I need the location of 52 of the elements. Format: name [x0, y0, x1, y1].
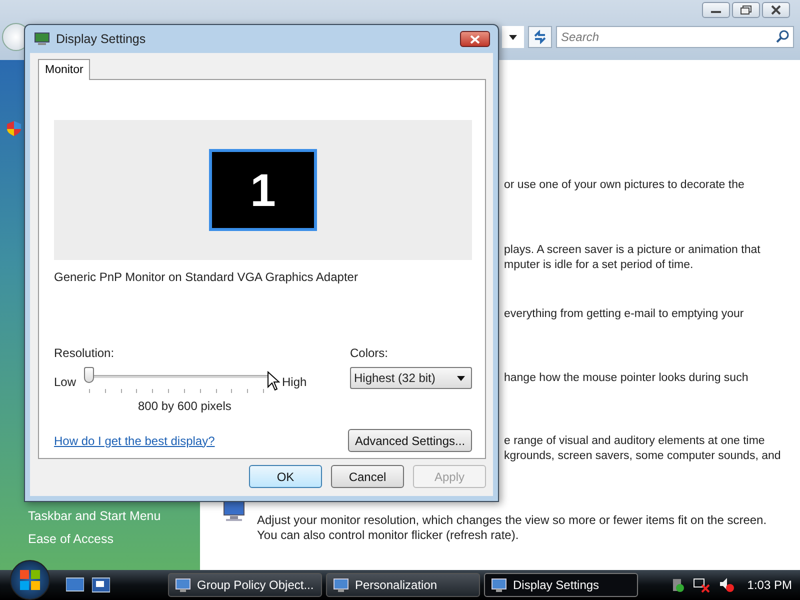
colors-dropdown[interactable]: Highest (32 bit) — [350, 367, 472, 389]
address-dropdown-button[interactable] — [502, 26, 524, 48]
dialog-button[interactable]: OK — [249, 465, 322, 488]
restore-button[interactable] — [732, 2, 760, 18]
clock-text: 1:03 PM — [747, 578, 792, 592]
help-link[interactable]: How do I get the best display? — [54, 434, 215, 448]
caret-icon — [457, 376, 465, 380]
network-icon — [693, 577, 712, 593]
start-button[interactable] — [10, 560, 50, 600]
mouse-pointer-icon — [267, 371, 280, 391]
high-label: High — [282, 375, 307, 389]
monitor-icon — [222, 500, 246, 522]
monitor-tile[interactable]: 1 — [209, 149, 317, 231]
volume-muted-icon — [719, 577, 736, 593]
caret-icon — [509, 34, 517, 40]
close-icon — [770, 5, 782, 15]
switch-windows-icon[interactable] — [92, 577, 110, 593]
description-text: or use one of your own pictures to decorate the — [504, 178, 746, 193]
show-desktop-icon[interactable] — [66, 577, 84, 593]
close-icon — [470, 34, 480, 44]
dialog-button[interactable]: Cancel — [331, 465, 404, 488]
window-title: Display Settings — [56, 32, 147, 46]
search-icon — [776, 30, 789, 43]
window-icon — [491, 577, 507, 593]
window-icon — [333, 577, 349, 593]
windows-logo-icon — [19, 569, 41, 591]
taskbar-button[interactable]: Personalization — [326, 573, 480, 597]
search-field[interactable]: Search — [556, 26, 794, 48]
description-text: e range of visual and auditory elements at one time kgrounds, screen savers, some computer sounds, and — [504, 434, 782, 464]
tab[interactable]: Monitor — [38, 59, 90, 80]
description-text: plays. A screen saver is a picture or animation that mputer is idle for a set period of time. — [504, 243, 762, 273]
resolution-value-text: 800 by 600 pixels — [138, 399, 232, 413]
description-text: hange how the mouse pointer looks during such — [504, 371, 750, 386]
advanced-settings-button[interactable]: Advanced Settings... — [348, 429, 472, 452]
refresh-button[interactable] — [528, 26, 552, 48]
colors-label: Colors: — [350, 346, 390, 360]
close-button[interactable] — [460, 31, 490, 47]
taskbar-button[interactable]: Group Policy Object... — [168, 573, 322, 597]
security-icon — [671, 577, 686, 593]
display-icon — [34, 32, 50, 46]
close-button[interactable] — [762, 2, 790, 18]
refresh-icon — [533, 30, 547, 44]
shield-icon — [7, 121, 21, 136]
taskbar-button[interactable]: Display Settings — [484, 573, 638, 597]
description-text: everything from getting e-mail to emptying your — [504, 307, 745, 322]
resolution-label: Resolution: — [54, 346, 116, 360]
minimize-button[interactable] — [702, 2, 730, 18]
low-label: Low — [54, 375, 76, 389]
window-icon — [175, 577, 191, 593]
monitor-name-text: Generic PnP Monitor on Standard VGA Graphics Adapter — [54, 270, 359, 284]
restore-icon — [740, 5, 752, 15]
description-text: Adjust your monitor resolution, which changes the view so more or fewer items fit on the screen. You can also control monitor flicker (refresh rate). — [257, 513, 767, 543]
